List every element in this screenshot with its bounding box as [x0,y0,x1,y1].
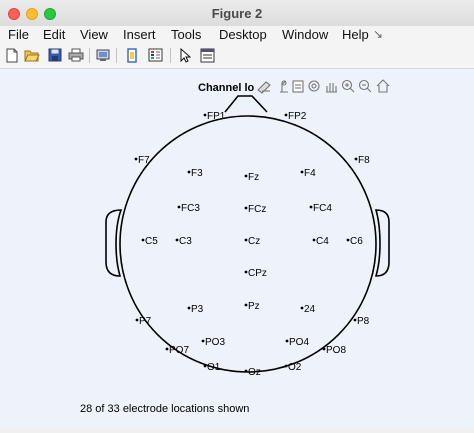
right-ear-outline [374,209,390,277]
new-figure-icon[interactable] [4,47,20,63]
rotate-icon[interactable] [308,80,320,92]
electrode-label: C4 [316,236,329,247]
electrode-dot [135,318,139,322]
electrode-label: C3 [179,236,192,247]
figure-canvas: Channel lo FP1 FP2 F7 F8 F3 Fz F4 FC3 FCz FC4 C5 C3… [0,69,474,428]
open-file-icon[interactable] [24,47,40,63]
save-icon[interactable] [47,47,63,63]
menu-file[interactable]: File [8,27,29,42]
link-icon[interactable] [124,47,140,63]
menu-desktop[interactable]: Desktop [219,27,267,42]
electrode-label: 24 [304,304,316,315]
electrode-dot [300,306,304,310]
menu-view[interactable]: View [80,27,108,42]
electrode-label: PO7 [169,345,189,356]
axes-toolbar [257,79,390,94]
electrode-label: P8 [357,316,370,327]
menu-expand-icon[interactable]: ↘ [373,27,383,41]
window-title: Figure 2 [211,6,263,21]
status-text: 28 of 33 electrode locations shown [80,403,249,415]
electrode-label: CPz [248,268,267,279]
electrode-dot [201,339,205,343]
plot-title: Channel lo [198,82,255,94]
electrode-label: C6 [350,236,363,247]
electrode-label: O1 [207,362,221,373]
channel-locations-plot: Channel lo FP1 FP2 F7 F8 F3 Fz F4 FC3 FCz FC4 C5 C3… [80,79,390,415]
electrode-dot [244,238,248,242]
electrode-label: FCz [248,204,266,215]
electrode-dot [309,205,313,209]
property-editor-icon[interactable] [199,47,215,63]
zoom-in-icon[interactable] [341,79,355,93]
electrode-label: F7 [138,155,150,166]
pan-icon[interactable] [326,83,337,93]
electrode-dot [322,347,326,351]
electrode-dot [177,205,181,209]
electrode-dot [354,157,358,161]
menu-insert[interactable]: Insert [123,27,156,42]
electrode-label: FC3 [181,203,200,214]
electrode-label: FP2 [288,111,307,122]
electrode-label: F3 [191,168,203,179]
electrode-dot [175,238,179,242]
electrode-dot [284,113,288,117]
electrode-label: FC4 [313,203,332,214]
electrode-label: FP1 [207,111,226,122]
electrode-dot [244,303,248,307]
menu-bar: File Edit View Insert Tools Desktop Wind… [0,26,474,44]
window-titlebar: Figure 2 [0,0,474,27]
electrode-dot [134,157,138,161]
figure-toolbar [0,44,474,69]
electrode-label: Pz [248,301,260,312]
electrode-label: O2 [288,362,302,373]
menu-window[interactable]: Window [282,27,328,42]
left-ear-outline [105,209,123,277]
electrode-dot [284,364,288,368]
electrode-label: F8 [358,155,370,166]
electrode-label: PO3 [205,337,225,348]
menu-help[interactable]: Help [342,27,369,42]
electrode-dot [187,306,191,310]
electrode-dot [187,170,191,174]
save-view-icon[interactable] [292,80,304,93]
electrode-dot [244,174,248,178]
nose-outline [224,95,268,113]
electrode-label: Oz [248,367,261,378]
electrode-dot [203,113,207,117]
zoom-out-icon[interactable] [358,79,372,93]
electrode-dot [203,364,207,368]
print-icon[interactable] [68,47,84,63]
menu-tools[interactable]: Tools [171,27,201,42]
electrode-dot [244,206,248,210]
electrode-label: Cz [248,236,260,247]
electrode-dot [300,170,304,174]
menu-edit[interactable]: Edit [43,27,65,42]
electrode-dot [312,238,316,242]
data-tips-icon[interactable] [280,80,288,93]
electrode-label: P7 [139,316,152,327]
electrode-dot [141,238,145,242]
electrode-label: C5 [145,236,158,247]
pointer-icon[interactable] [177,47,193,63]
electrode-dot [285,339,289,343]
electrode-dot [353,318,357,322]
electrode-dot [346,238,350,242]
print-preview-icon[interactable] [95,47,111,63]
electrode-label: Fz [248,172,259,183]
electrode-label: PO8 [326,345,346,356]
electrode-label: PO4 [289,337,309,348]
electrode-label: F4 [304,168,316,179]
electrode-dot [244,270,248,274]
electrode-dot [244,369,248,373]
electrode-label: P3 [191,304,204,315]
insert-legend-icon[interactable] [147,47,163,63]
electrode-dot [165,347,169,351]
brush-icon[interactable] [257,81,271,94]
home-icon[interactable] [376,79,390,93]
